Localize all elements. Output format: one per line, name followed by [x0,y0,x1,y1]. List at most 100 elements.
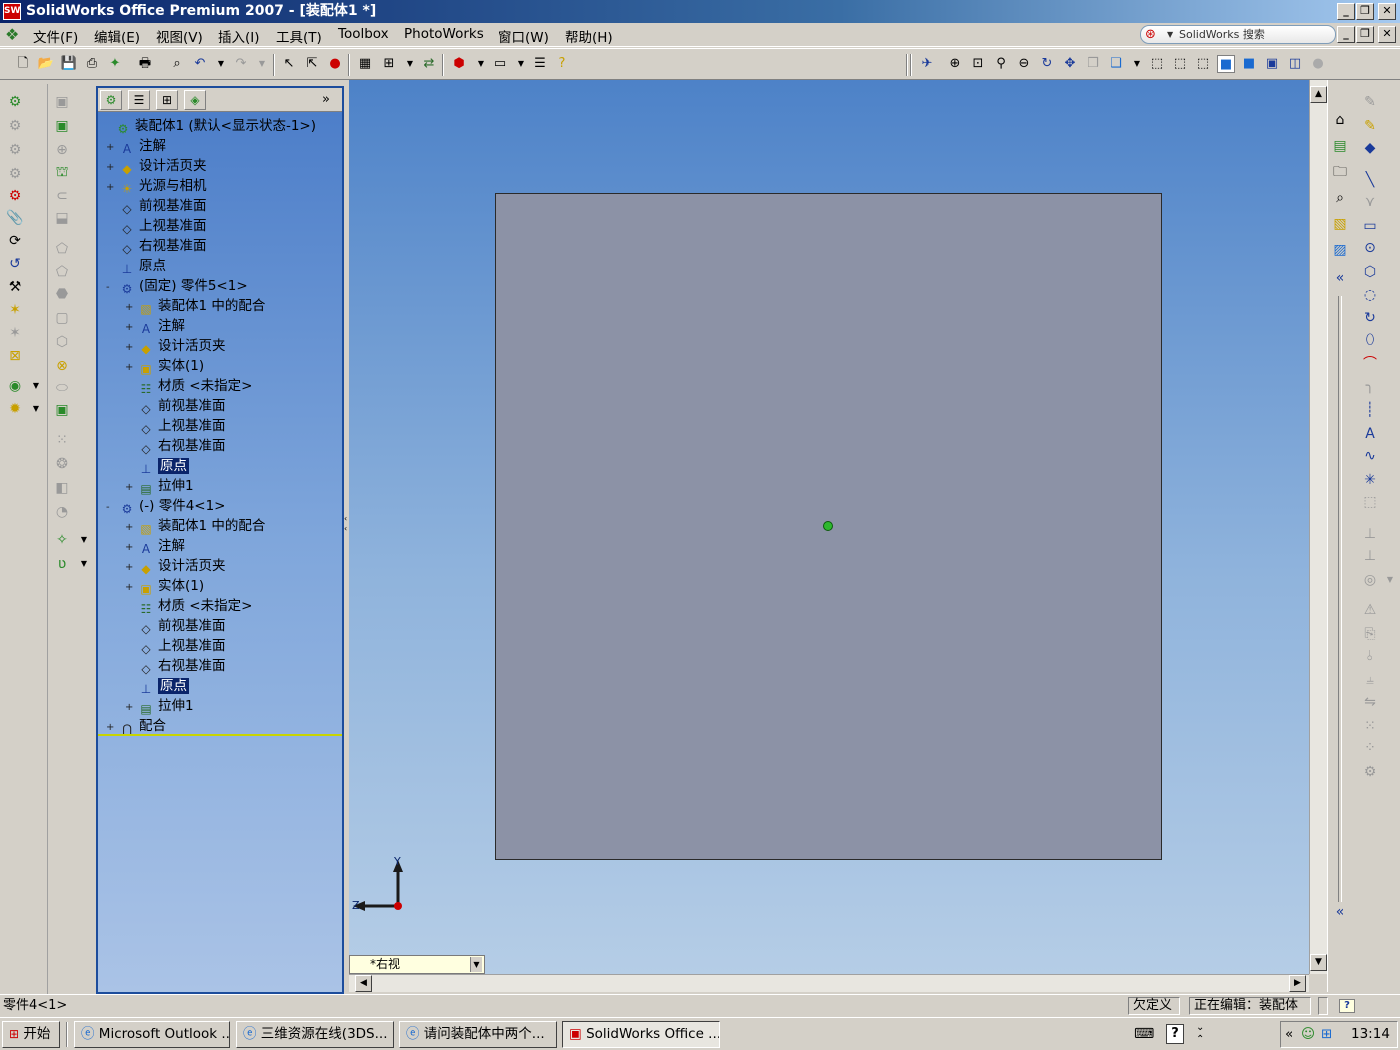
design-library-icon[interactable]: ▤ [1330,136,1350,156]
display-relations-icon[interactable]: ⊥ [1360,546,1380,566]
help-tray-icon[interactable]: ? [1166,1024,1184,1044]
chamfer-icon[interactable]: ⬠ [52,262,72,282]
collapse-task-pane-icon[interactable]: « [1330,268,1350,288]
mirror-icon[interactable]: ◧ [52,478,72,498]
draft-icon[interactable]: ⬓ [52,208,72,228]
zoom-selection-icon[interactable]: ⊖ [1015,55,1033,73]
simulation-dropdown-icon[interactable]: ▼ [26,399,46,419]
tree-node[interactable]: - ⚙ (-) 零件4<1> [106,496,226,516]
simulation-icon[interactable]: ✹ [5,399,25,419]
expand-panel-icon[interactable]: » [322,92,330,107]
expand-icon[interactable]: + [125,478,135,498]
ellipse-icon[interactable]: ⬯ [1360,330,1380,350]
tree-node[interactable]: ◇ 前视基准面 [125,616,225,636]
undo-dropdown-icon[interactable]: ▼ [212,55,230,73]
quick-tips-help-icon[interactable]: ? [1339,999,1355,1013]
3d-sketch-icon[interactable]: ✎ [1360,116,1380,136]
restore-button[interactable]: ❐ [1356,3,1374,20]
move-component-tool-icon[interactable]: ⟳ [5,231,25,251]
menu-view[interactable]: 视图(V) [156,26,203,46]
tree-node[interactable]: + A 注解 [125,316,185,336]
network-icon[interactable]: ⊞ [1321,1022,1332,1047]
tree-node[interactable]: + A 注解 [125,536,185,556]
tree-node[interactable]: + ▤ 拉伸1 [125,476,194,496]
properties-icon[interactable]: ☰ [531,55,549,73]
view-palette-icon[interactable]: ▧ [1330,214,1350,234]
convert-entities-icon[interactable]: ◎ [1360,570,1380,590]
tree-node[interactable]: ◇ 上视基准面 [125,636,225,656]
assembly-features-dropdown-icon[interactable]: ▼ [26,376,46,396]
zoom-preview-icon[interactable]: ⌕ [168,55,186,73]
linear-pattern-icon[interactable]: ⬭ [52,378,72,398]
menu-insert[interactable]: 插入(I) [218,26,260,46]
tree-node[interactable]: + ☀ 光源与相机 [106,176,207,196]
ime-icon[interactable]: ⌄ ⌃ [1196,1022,1204,1046]
sketch-picture-icon[interactable]: ⬚ [1360,492,1380,512]
explode-line-icon[interactable]: ✶ [5,323,25,343]
assembly-features-icon[interactable]: ◉ [5,376,25,396]
search-input[interactable]: ⊛ ▼ SolidWorks 搜索 [1140,25,1336,44]
task-pane-home-icon[interactable]: ⌂ [1330,110,1350,130]
move-component-icon[interactable]: ⇄ [420,55,438,73]
keyboard-icon[interactable]: ⌨ [1134,1026,1154,1042]
display-cube-icon[interactable]: ⬢ [450,55,468,73]
dome-icon[interactable]: ⬡ [52,332,72,352]
zoom-in-out-icon[interactable]: ⚲ [992,55,1010,73]
tangent-arc-icon[interactable]: ↻ [1360,308,1380,328]
expand-icon[interactable]: + [125,538,135,558]
messenger-icon[interactable]: ☺ [1301,1022,1315,1047]
tree-node[interactable]: - ⚙ (固定) 零件5<1> [106,276,248,296]
hidden-lines-removed-icon[interactable]: ⬚ [1194,55,1212,73]
tree-node[interactable]: ◇ 右视基准面 [106,236,206,256]
zoom-to-fit-icon[interactable]: ⊕ [946,55,964,73]
origin-point[interactable] [823,521,833,531]
extrude-cut-icon[interactable]: ▣ [52,116,72,136]
expand-icon[interactable]: + [106,178,116,198]
rotate-view-icon[interactable]: ↻ [1038,55,1056,73]
curve-tools-icon[interactable]: ʋ [52,554,72,574]
curve-dropdown-icon[interactable]: ▼ [74,554,94,574]
expand-icon[interactable]: + [125,318,135,338]
property-manager-tab-icon[interactable]: ☰ [128,90,150,110]
realview-icon[interactable]: ● [1309,55,1327,73]
tree-node[interactable]: + ◆ 设计活页夹 [125,336,226,356]
expand-icon[interactable]: + [125,578,135,598]
zoom-to-area-icon[interactable]: ⊡ [969,55,987,73]
reference-plane-icon[interactable]: ✧ [52,530,72,550]
minimize-button[interactable]: _ [1337,3,1355,20]
tree-node[interactable]: + ⋂ 配合 [106,716,166,736]
save-icon[interactable]: 💾 [60,55,78,73]
curves-icon[interactable]: ◔ [52,502,72,522]
view-dropdown-icon[interactable]: ▼ [470,957,482,972]
tree-node[interactable]: + ◆ 设计活页夹 [106,156,207,176]
tree-node[interactable]: ☷ 材质 <未指定> [125,376,253,396]
select-filter-icon[interactable]: ⇱ [303,55,321,73]
expand-icon[interactable]: + [125,518,135,538]
polygon-icon[interactable]: ⬡ [1360,262,1380,282]
taskbar-item-forum[interactable]: ⓔ 请问装配体中两个... [399,1021,557,1048]
hide-show-icon[interactable]: ⚙ [5,116,25,136]
extrude-boss-icon[interactable]: ▣ [52,92,72,112]
open-file-icon[interactable]: 📂 [37,55,55,73]
sweep-icon[interactable]: ⛫ [52,162,72,182]
tree-node[interactable]: ⊥ 原点 [125,676,189,696]
revolve-icon[interactable]: ⊕ [52,140,72,160]
circular-sketch-pattern-icon[interactable]: ⁘ [1360,738,1380,758]
collapse-icon[interactable]: - [106,498,116,518]
select-arrow-icon[interactable]: ↖ [280,55,298,73]
line-icon[interactable]: ╲ [1360,170,1380,190]
circular-pattern-icon[interactable]: ❂ [52,454,72,474]
expand-icon[interactable]: + [125,698,135,718]
menu-tools[interactable]: 工具(T) [276,26,322,46]
tree-node[interactable]: + ▣ 实体(1) [125,356,204,376]
standard-views-icon[interactable]: ❑ [1107,55,1125,73]
search-dropdown-icon[interactable]: ▼ [1167,26,1173,43]
component-dropdown-icon[interactable]: ▼ [401,55,419,73]
reference-dropdown-icon[interactable]: ▼ [74,530,94,550]
appearances-icon[interactable]: ▨ [1330,240,1350,260]
menu-file[interactable]: 文件(F) [33,26,78,46]
tree-node[interactable]: + A 注解 [106,136,166,156]
edit-component-icon[interactable]: ⚙ [5,186,25,206]
menu-window[interactable]: 窗口(W) [498,26,549,46]
repair-sketch-icon[interactable]: ⚙ [1360,762,1380,782]
